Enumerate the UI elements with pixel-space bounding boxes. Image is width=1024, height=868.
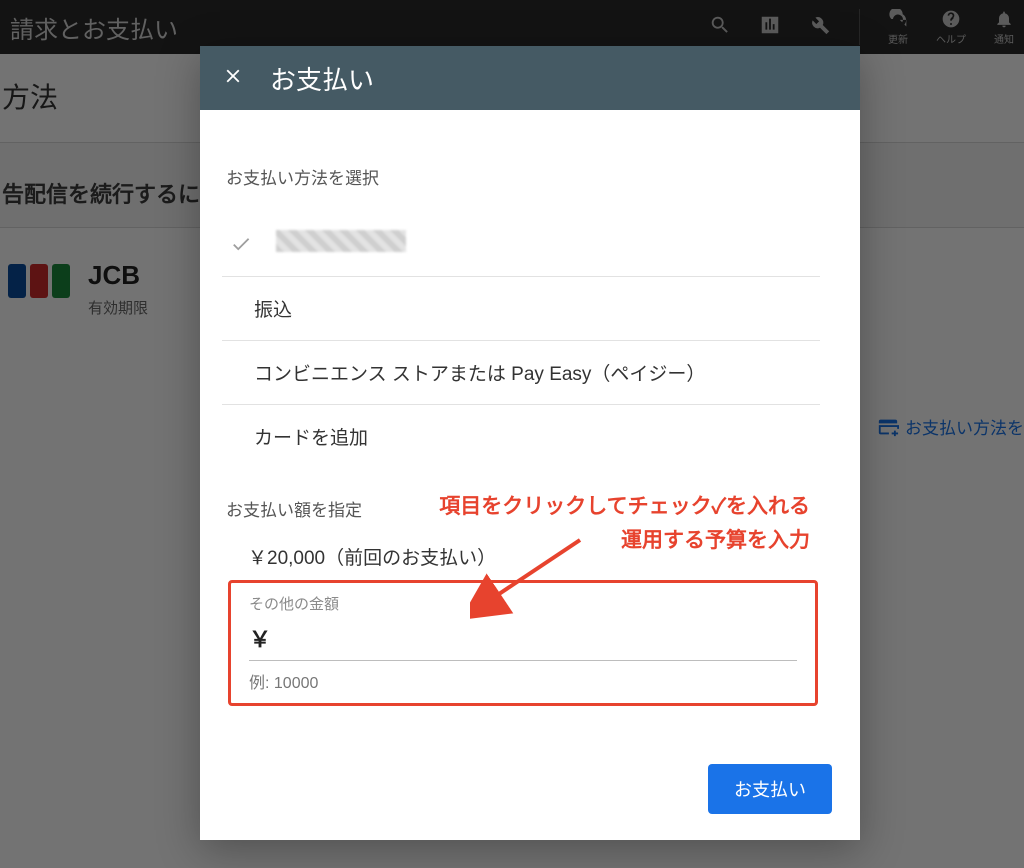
- other-amount-box[interactable]: その他の金額 ￥ 例: 10000: [228, 580, 818, 706]
- payment-method-list: 振込 コンビニエンス ストアまたは Pay Easy（ペイジー） カードを追加: [222, 211, 820, 468]
- payment-method-label: [276, 230, 406, 258]
- amount-input[interactable]: [279, 631, 797, 652]
- modal-header: お支払い: [200, 46, 860, 110]
- amount-section-label: お支払い額を指定: [226, 496, 820, 521]
- previous-amount[interactable]: ￥20,000（前回のお支払い）: [248, 543, 820, 570]
- amount-section: お支払い額を指定 ￥20,000（前回のお支払い） その他の金額 ￥ 例: 10…: [226, 496, 820, 706]
- amount-example: 例: 10000: [249, 669, 797, 693]
- payment-method-option[interactable]: [222, 211, 820, 276]
- check-icon: [228, 233, 254, 255]
- payment-method-label: 振込: [228, 295, 292, 322]
- payment-method-option[interactable]: カードを追加: [222, 404, 820, 468]
- payment-method-label: カードを追加: [228, 423, 368, 450]
- currency-symbol: ￥: [249, 622, 271, 654]
- redacted-text: [276, 230, 406, 252]
- modal-footer: お支払い: [200, 746, 860, 840]
- select-method-label: お支払い方法を選択: [226, 164, 820, 189]
- payment-method-option[interactable]: 振込: [222, 276, 820, 340]
- modal-title: お支払い: [270, 60, 374, 97]
- payment-method-option[interactable]: コンビニエンス ストアまたは Pay Easy（ペイジー）: [222, 340, 820, 404]
- payment-modal: お支払い お支払い方法を選択 振込 コンビニエンス ストアまたは Pay Eas…: [200, 46, 860, 840]
- close-icon[interactable]: [222, 65, 244, 92]
- other-amount-label: その他の金額: [249, 593, 797, 614]
- pay-button[interactable]: お支払い: [708, 764, 832, 814]
- payment-method-label: コンビニエンス ストアまたは Pay Easy（ペイジー）: [228, 359, 705, 386]
- modal-body: お支払い方法を選択 振込 コンビニエンス ストアまたは Pay Easy（ペイジ…: [200, 110, 860, 746]
